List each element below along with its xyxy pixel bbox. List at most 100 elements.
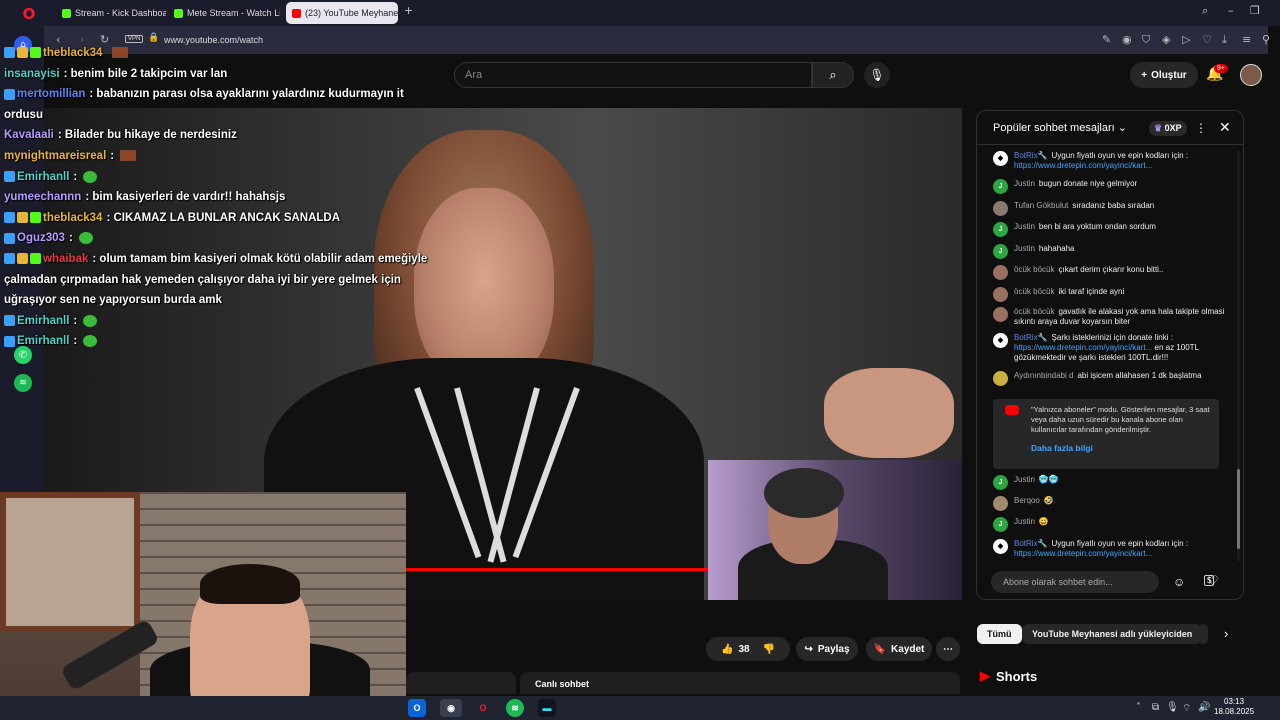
learn-more-link[interactable]: Daha fazla bilgi <box>1031 443 1211 453</box>
chat-author-name[interactable]: BotRix🔧 <box>1014 539 1048 548</box>
chat-author-name[interactable]: Justin <box>1014 475 1035 484</box>
edit-icon[interactable]: ✎ <box>1102 33 1111 46</box>
chat-avatar[interactable]: J <box>993 222 1008 237</box>
chat-message: ◆ BotRix🔧 Şarkı isteklerinizi için donate … <box>993 333 1225 363</box>
chat-message-link[interactable]: https://www.dretepin.com/yayinci/kart... <box>1014 343 1152 352</box>
tray-volume-icon[interactable]: 🔊 <box>1198 702 1210 713</box>
opera-taskbar-icon[interactable]: O <box>474 699 492 717</box>
chat-scrollbar-thumb[interactable] <box>1237 469 1240 549</box>
filter-pill-more[interactable] <box>1198 624 1208 644</box>
chat-avatar[interactable]: J <box>993 475 1008 490</box>
shorts-section-title[interactable]: ▶ Shorts <box>980 668 1037 684</box>
chat-avatar[interactable] <box>993 287 1008 302</box>
account-avatar[interactable] <box>1240 64 1262 86</box>
play-icon[interactable]: ▷ <box>1182 33 1190 46</box>
spotify-taskbar-icon[interactable]: ≋ <box>506 699 524 717</box>
tray-mic-icon[interactable]: 🎙 <box>1166 702 1179 713</box>
bookmark-icon: 🔖 <box>873 643 887 655</box>
chat-author-name[interactable]: Justin <box>1014 179 1035 188</box>
tray-chevron-icon[interactable]: ˄ <box>1136 702 1141 713</box>
obs-taskbar-icon[interactable]: ◉ <box>440 699 462 717</box>
menu-icon[interactable]: ≡ <box>1242 33 1251 46</box>
live-chat-header[interactable]: Canlı sohbet <box>520 672 960 694</box>
more-actions-button[interactable]: ⋯ <box>936 637 960 661</box>
overlay-chat-text: : babanızın parası olsa ayaklarını yalar… <box>89 88 404 101</box>
chat-author-name[interactable]: Justin <box>1014 244 1035 253</box>
spotify-icon[interactable]: ≋ <box>14 374 32 392</box>
tab-youtube-meyhanesi[interactable]: (23) YouTube Meyhanesi <box>286 2 398 24</box>
tab-kick-dashboard[interactable]: Stream - Kick Dashboard <box>56 2 166 24</box>
chat-avatar[interactable] <box>993 265 1008 280</box>
chat-message: ◆ BotRix🔧 Uygun fiyatlı oyun ve epin kodla… <box>993 539 1225 559</box>
chat-message: Aydınınbindabi d abi işicem allahasen 1 d… <box>993 371 1225 386</box>
close-icon[interactable]: ✕ <box>1219 119 1231 136</box>
chat-avatar[interactable]: J <box>993 244 1008 259</box>
filter-pill-uploader[interactable]: YouTube Meyhanesi adlı yükleyiciden <box>1022 624 1203 644</box>
chat-message: öcük böcük çıkart derim çıkarır konu bitt… <box>993 265 1225 280</box>
chat-author-name[interactable]: Tufan Gökbulut <box>1014 201 1068 210</box>
taskbar-clock[interactable]: 03:13 18.08.2025 <box>1214 697 1254 717</box>
tray-wifi-icon[interactable]: ⌔ <box>1182 702 1191 715</box>
chat-author-name[interactable]: Berqoo <box>1014 496 1040 505</box>
chat-message-body: öcük böcük gavatlık ile alakasi yok ama h… <box>1014 307 1225 327</box>
create-button[interactable]: + Oluştur <box>1130 62 1198 88</box>
overlay-chat-username: theblack34 <box>43 47 103 59</box>
chat-avatar[interactable]: ◆ <box>993 539 1008 554</box>
chat-avatar[interactable]: J <box>993 179 1008 194</box>
chat-author-name[interactable]: öcük böcük <box>1014 307 1054 316</box>
chat-author-name[interactable]: öcük böcük <box>1014 287 1054 296</box>
restore-icon[interactable]: ❐ <box>1250 4 1260 17</box>
chat-avatar[interactable]: J <box>993 517 1008 532</box>
tab-mete-stream[interactable]: Mete Stream - Watch Live <box>168 2 280 24</box>
filter-pill-all[interactable]: Tümü <box>977 624 1022 644</box>
chat-message-link[interactable]: https://www.dretepin.com/yayinci/kart... <box>1014 549 1152 558</box>
chat-message-body: öcük böcük iki taraf içinde ayni <box>1014 287 1124 302</box>
chat-badge-icon <box>4 212 15 224</box>
outlook-taskbar-icon[interactable]: O <box>408 699 426 717</box>
chat-avatar[interactable]: ◆ <box>993 333 1008 348</box>
like-button[interactable]: 👍 38 👎 <box>706 637 790 661</box>
save-button[interactable]: 🔖 Kaydet <box>866 637 932 661</box>
thumbs-down-icon[interactable]: 👎 <box>763 644 775 655</box>
share-button[interactable]: ↪ Paylaş <box>796 637 858 661</box>
chat-avatar[interactable]: ◆ <box>993 151 1008 166</box>
shield-icon[interactable]: ⛉ <box>1142 33 1150 47</box>
chat-author-name[interactable]: BotRix🔧 <box>1014 333 1048 342</box>
emoji-icon[interactable]: ☺ <box>1173 575 1185 589</box>
chat-message-text: çıkart derim çıkarır konu bitti.. <box>1058 265 1164 274</box>
search-input[interactable]: Ara <box>454 62 812 88</box>
heart-react-icon[interactable]: ♡ <box>1207 573 1219 589</box>
chat-author-name[interactable]: Justin <box>1014 222 1035 231</box>
extension-icon[interactable]: ◈ <box>1162 33 1170 46</box>
app-taskbar-icon[interactable]: ▬ <box>538 699 556 717</box>
more-vert-icon[interactable]: ⋮ <box>1195 121 1207 135</box>
download-icon[interactable]: ⤓ <box>1222 33 1227 47</box>
overlay-chat-text: : <box>68 232 73 245</box>
chat-author-name[interactable]: Aydınınbindabi d <box>1014 371 1073 380</box>
opera-logo-icon[interactable]: O <box>14 2 44 26</box>
chat-author-name[interactable]: BotRix🔧 <box>1014 151 1048 160</box>
profile-icon[interactable]: ⚲ <box>1262 33 1270 46</box>
chat-input[interactable]: Abone olarak sohbet edin... <box>991 571 1159 593</box>
camera-icon[interactable]: ◉ <box>1122 33 1132 46</box>
minimize-icon[interactable]: – <box>1228 4 1234 17</box>
chat-badge-icon <box>17 253 28 265</box>
chat-avatar[interactable] <box>993 307 1008 322</box>
chat-author-name[interactable]: öcük böcük <box>1014 265 1054 274</box>
vpn-badge[interactable]: VPN <box>125 35 144 43</box>
chat-avatar[interactable] <box>993 371 1008 386</box>
search-icon[interactable]: ⌕ <box>812 62 854 88</box>
url-field[interactable]: www.youtube.com/watch <box>164 35 263 45</box>
chat-mode-dropdown[interactable]: Popüler sohbet mesajları ⌄ <box>993 121 1127 134</box>
heart-icon[interactable]: ♡ <box>1202 33 1212 46</box>
new-tab-button[interactable]: + <box>404 4 413 17</box>
chat-message-link[interactable]: https://www.dretepin.com/yayinci/kart... <box>1014 161 1152 170</box>
chat-avatar[interactable] <box>993 496 1008 511</box>
tray-network-icon[interactable]: ⧉ <box>1152 702 1159 713</box>
search-tabs-icon[interactable]: ⌕ <box>1202 4 1208 18</box>
chat-avatar[interactable] <box>993 201 1008 216</box>
xp-badge[interactable]: ♛ 0XP <box>1149 121 1187 136</box>
chat-author-name[interactable]: Justin <box>1014 517 1035 526</box>
chevron-right-icon[interactable]: › <box>1224 626 1228 641</box>
microphone-icon[interactable]: 🎙 <box>864 62 890 88</box>
